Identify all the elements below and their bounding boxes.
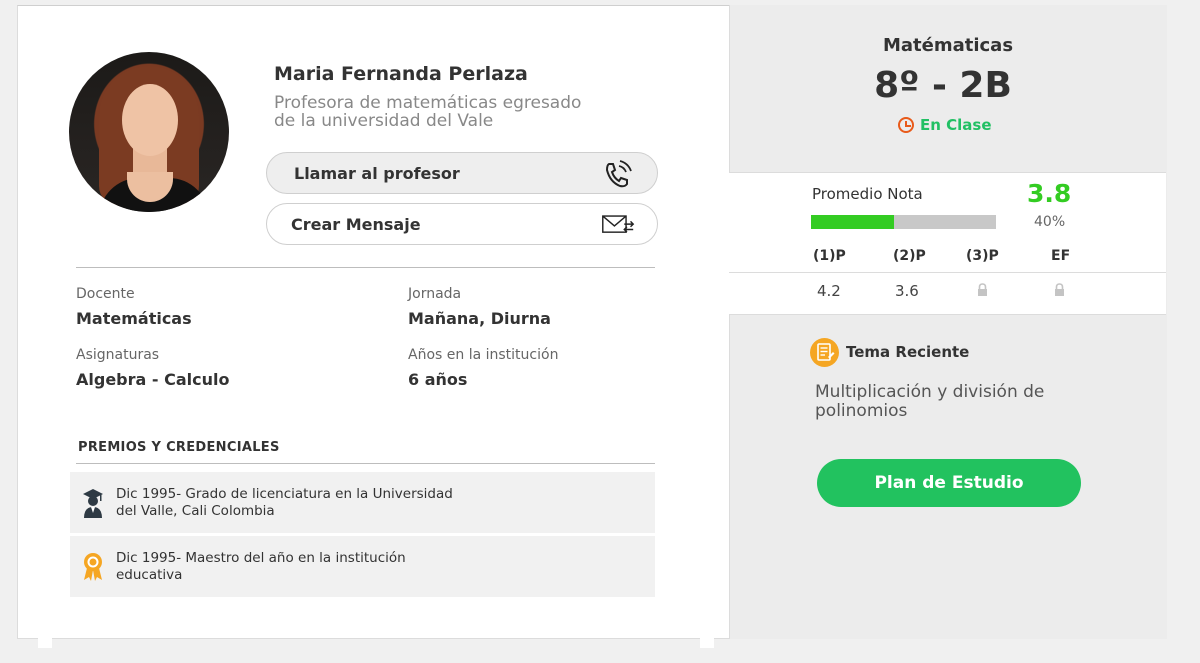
award-text: Dic 1995- Maestro del año en la instituc…: [116, 550, 406, 583]
period-1-value: 4.2: [817, 282, 841, 300]
average-value: 3.8: [1027, 179, 1072, 208]
average-progress-bar: [811, 215, 996, 229]
phone-icon: [605, 160, 632, 188]
lock-icon: [978, 283, 987, 296]
teacher-name: Maria Fernanda Perlaza: [274, 63, 528, 85]
docente-label: Docente: [76, 286, 135, 302]
asignaturas-label: Asignaturas: [76, 347, 160, 363]
anios-label: Años en la institución: [408, 347, 559, 363]
lock-icon: [1055, 283, 1064, 296]
message-button-label: Crear Mensaje: [291, 214, 421, 234]
final-exam-header: EF: [1051, 248, 1071, 264]
docente-value: Matemáticas: [76, 309, 192, 328]
average-percent: 40%: [1034, 214, 1066, 230]
call-teacher-button[interactable]: Llamar al profesor: [266, 152, 658, 194]
topic-document-icon: [810, 338, 839, 367]
status-text: En Clase: [920, 116, 992, 134]
jornada-value: Mañana, Diurna: [408, 309, 551, 328]
avatar: [69, 52, 229, 212]
asignaturas-value: Algebra - Calculo: [76, 370, 230, 389]
teacher-bio: Profesora de matemáticas egresado de la …: [274, 93, 582, 131]
graduate-icon: [83, 489, 103, 518]
divider: [729, 272, 1166, 273]
award-item: Dic 1995- Maestro del año en la instituc…: [70, 536, 655, 597]
grades-panel: Promedio Nota 3.8 40% (1)P (2)P (3)P EF …: [729, 172, 1166, 315]
award-ribbon-icon: [84, 553, 102, 581]
topic-title: Tema Reciente: [846, 343, 970, 361]
divider: [76, 267, 655, 268]
call-button-label: Llamar al profesor: [294, 163, 460, 183]
progress-fill: [811, 215, 895, 229]
card-corner: [700, 638, 714, 648]
clock-icon: [898, 117, 914, 133]
anios-value: 6 años: [408, 370, 468, 389]
award-text: Dic 1995- Grado de licenciatura en la Un…: [116, 486, 453, 519]
create-message-button[interactable]: Crear Mensaje: [266, 203, 658, 245]
awards-title: PREMIOS Y CREDENCIALES: [78, 440, 280, 455]
period-3-header: (3)P: [966, 248, 999, 264]
divider: [76, 463, 655, 464]
card-corner: [38, 638, 52, 648]
class-subject: Matématicas: [882, 35, 1014, 56]
study-plan-button[interactable]: Plan de Estudio: [817, 459, 1081, 507]
class-status: En Clase: [898, 116, 992, 134]
envelope-icon: [602, 215, 635, 233]
average-label: Promedio Nota: [812, 185, 923, 203]
period-1-header: (1)P: [813, 248, 846, 264]
class-grade: 8º - 2B: [874, 65, 1012, 106]
period-2-value: 3.6: [895, 282, 919, 300]
period-2-header: (2)P: [893, 248, 926, 264]
award-item: Dic 1995- Grado de licenciatura en la Un…: [70, 472, 655, 533]
topic-text: Multiplicación y división de polinomios: [815, 382, 1045, 421]
jornada-label: Jornada: [408, 286, 462, 302]
